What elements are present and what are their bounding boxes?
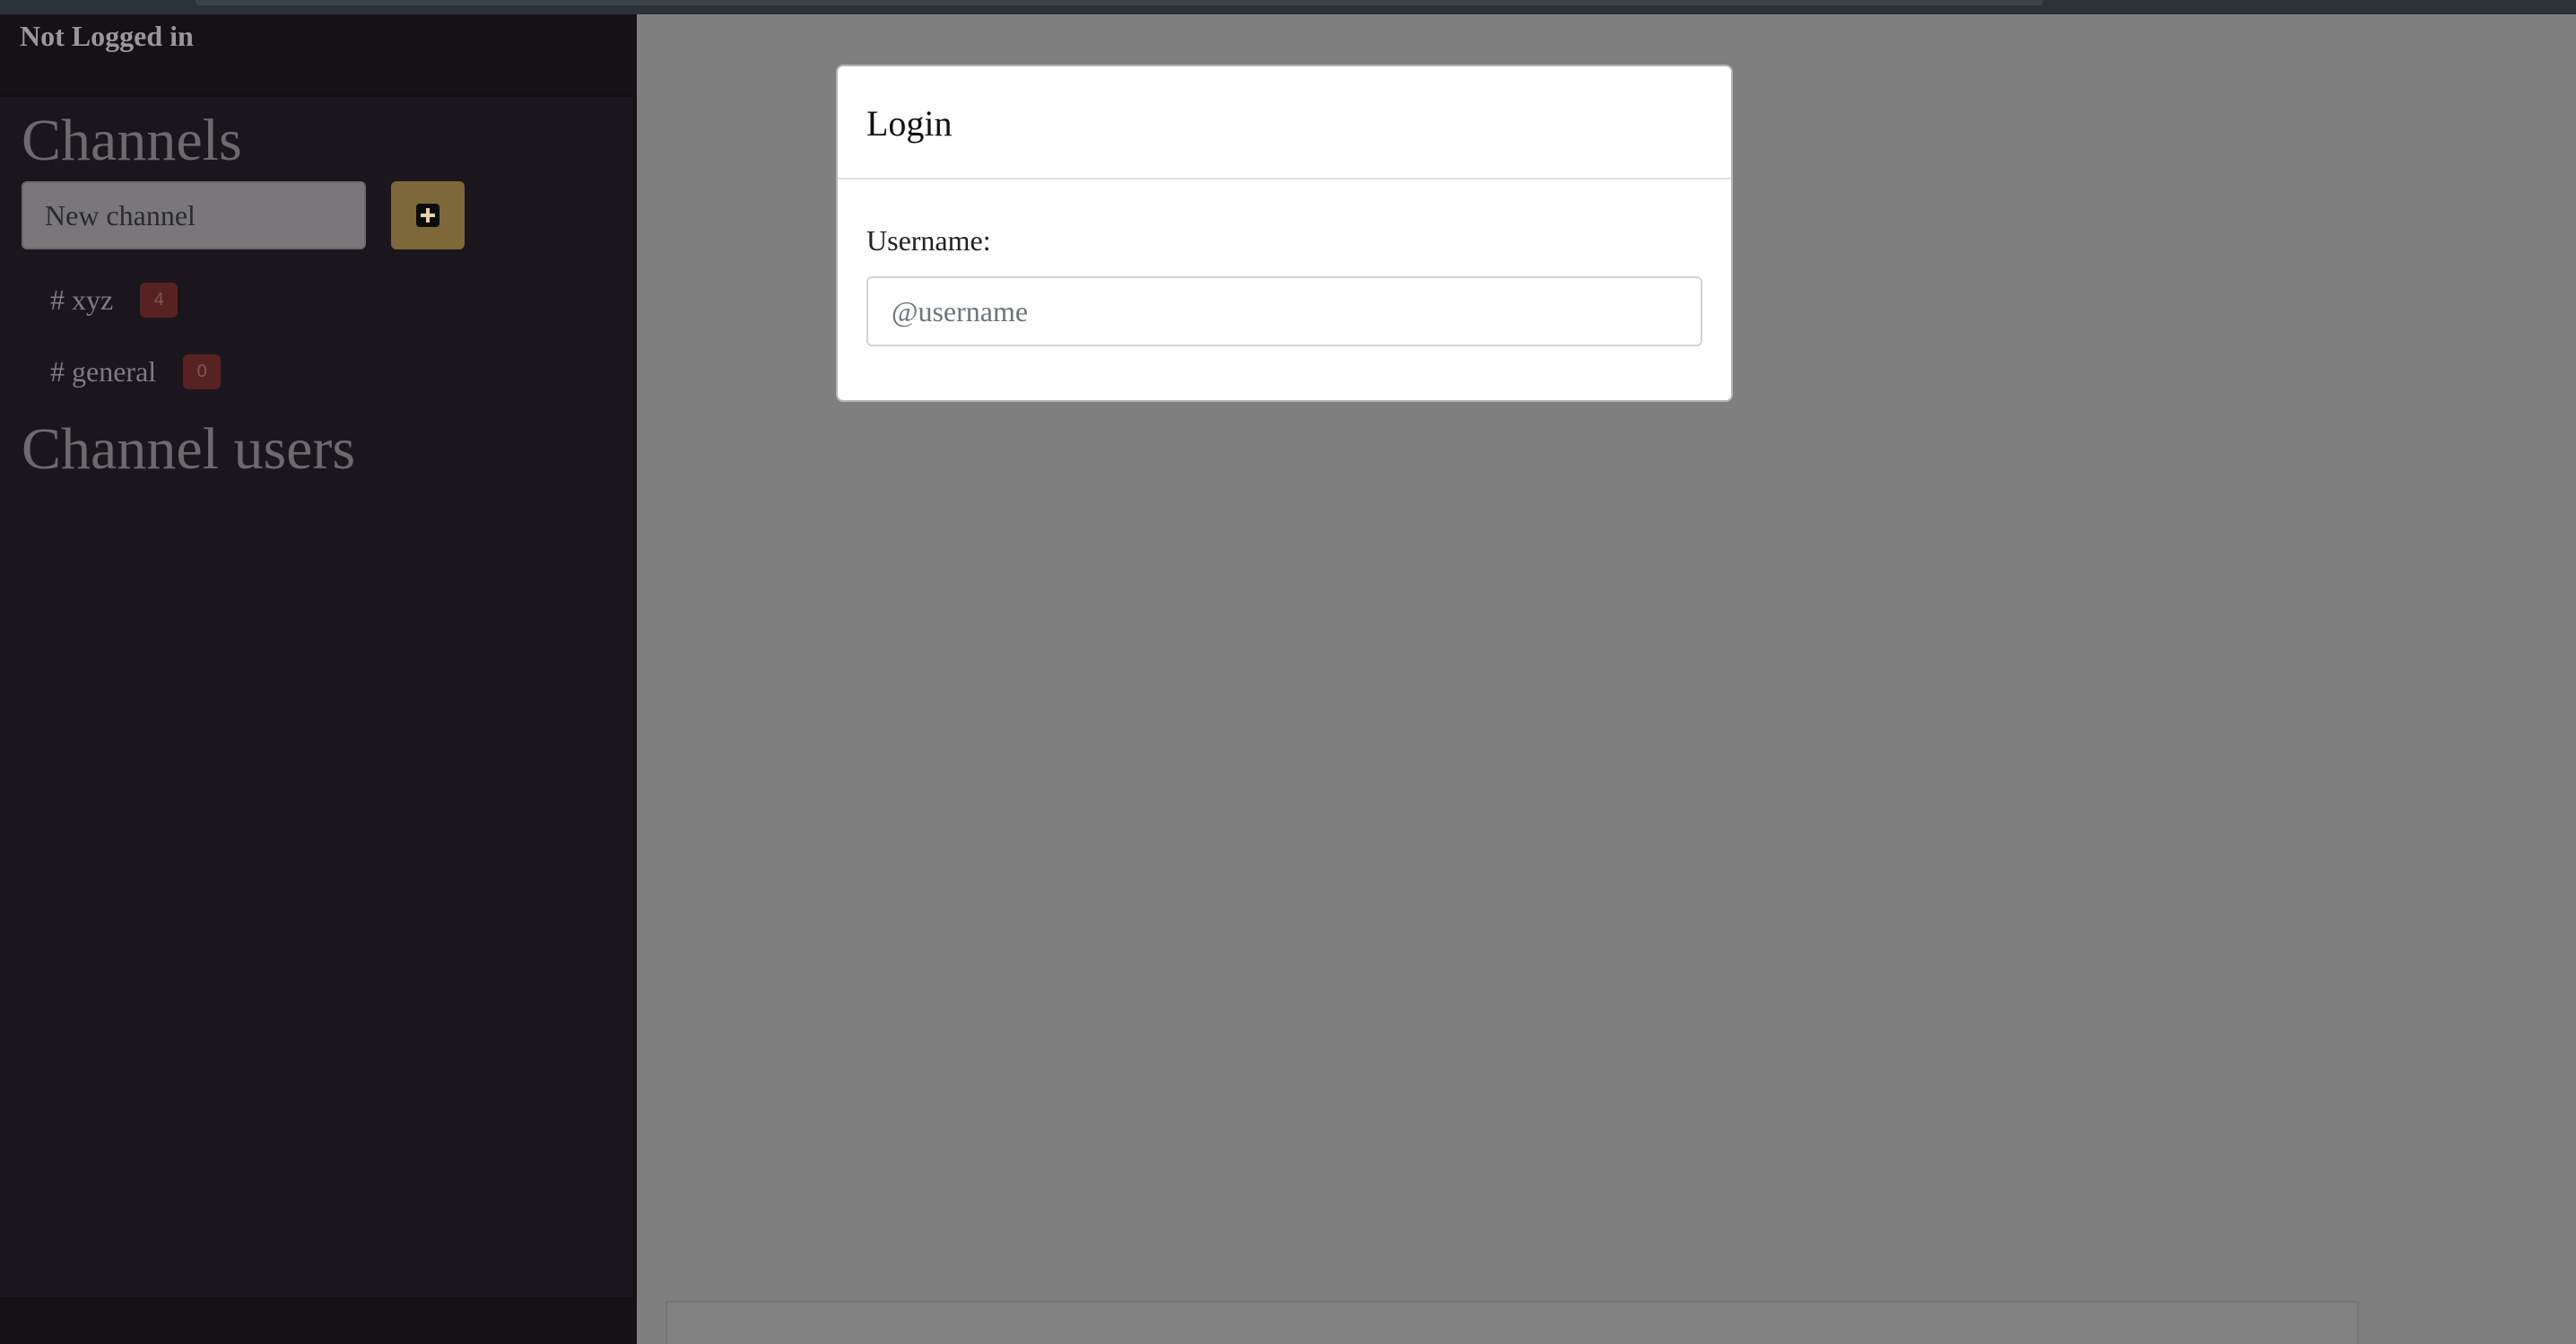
channel-item-general[interactable]: # general 0 xyxy=(50,352,222,391)
add-channel-button[interactable] xyxy=(391,181,465,249)
channels-heading: Channels xyxy=(22,108,242,173)
channel-item-xyz[interactable]: # xyz 4 xyxy=(50,280,178,319)
channel-label: # xyz xyxy=(50,283,114,316)
plus-square-icon xyxy=(416,204,439,227)
horizontal-scrollbar[interactable] xyxy=(196,0,2043,5)
message-input-area[interactable] xyxy=(666,1301,2359,1344)
sidebar: Not Logged in Channels # xyz 4 # general… xyxy=(0,14,637,1344)
username-label: Username: xyxy=(866,224,991,257)
username-input[interactable] xyxy=(866,276,1702,346)
sidebar-footer xyxy=(0,1297,633,1344)
login-status: Not Logged in xyxy=(20,20,194,52)
modal-title: Login xyxy=(866,103,953,144)
browser-top-strip xyxy=(0,0,2576,14)
channel-users-heading: Channel users xyxy=(22,416,356,482)
login-modal: Login Username: xyxy=(836,65,1733,402)
unread-count-badge: 0 xyxy=(183,353,222,389)
new-channel-input[interactable] xyxy=(22,181,366,249)
modal-header: Login xyxy=(838,66,1731,179)
channel-label: # general xyxy=(50,354,157,388)
user-bar: Not Logged in xyxy=(0,14,633,97)
unread-count-badge: 4 xyxy=(140,282,178,318)
